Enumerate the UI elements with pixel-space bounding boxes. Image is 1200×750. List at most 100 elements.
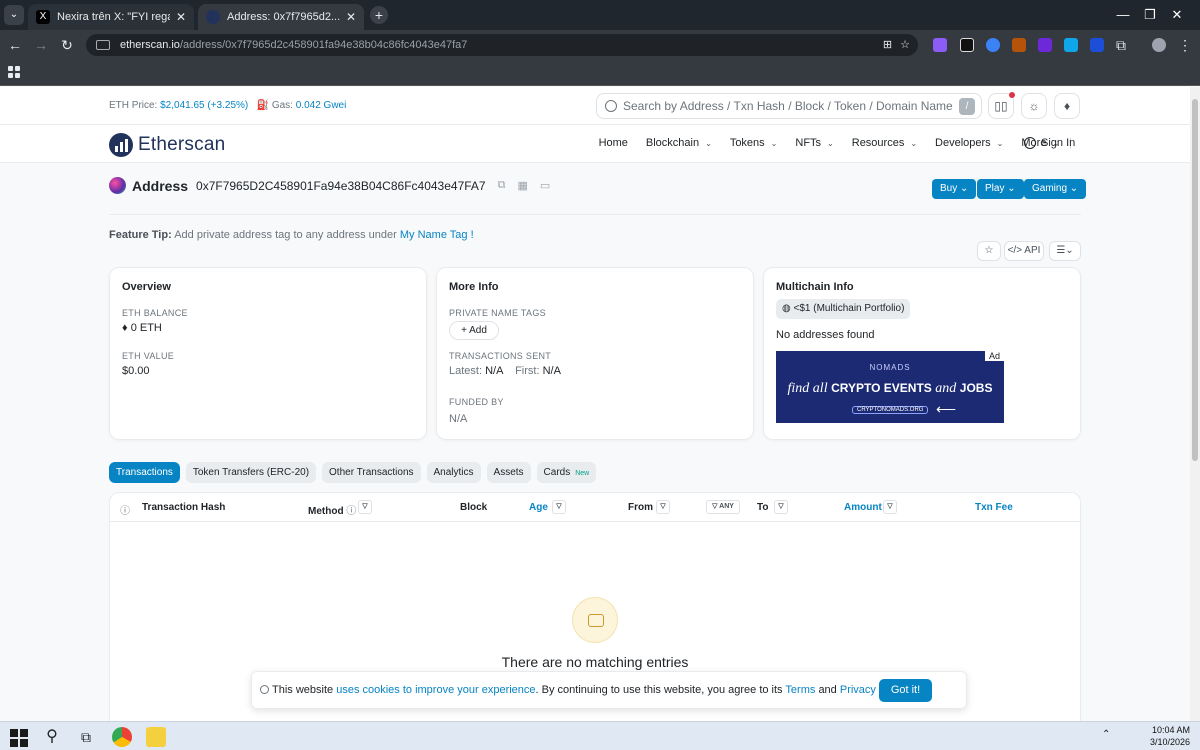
tab-transactions[interactable]: Transactions: [109, 462, 180, 483]
close-icon[interactable]: ✕: [176, 10, 186, 24]
sign-in-link[interactable]: Sign In: [1024, 137, 1075, 149]
api-button[interactable]: </> API: [1004, 241, 1044, 261]
qr-code-icon[interactable]: ▦: [517, 179, 527, 192]
extension-icon[interactable]: [1064, 38, 1078, 52]
first-label: First:: [515, 365, 540, 377]
scrollbar-thumb[interactable]: [1192, 99, 1198, 461]
file-explorer-icon[interactable]: [146, 727, 166, 747]
extension-icon[interactable]: [933, 38, 947, 52]
window-close-icon[interactable]: ✕: [1154, 0, 1200, 30]
bookmark-star-icon[interactable]: ☆: [900, 38, 910, 51]
apps-icon[interactable]: [8, 66, 20, 78]
nav-item-home[interactable]: Home: [599, 137, 628, 149]
nav-item-resources[interactable]: Resources ⌄: [852, 137, 917, 149]
filter-icon[interactable]: ▽: [552, 500, 566, 514]
tab-other-transactions[interactable]: Other Transactions: [322, 462, 421, 483]
browser-tab-etherscan[interactable]: Address: 0x7f7965d2...043e47fa ✕: [198, 4, 364, 30]
col-txn-fee[interactable]: Txn Fee: [975, 502, 1013, 513]
ad-text: CRYPTO EVENTS: [831, 381, 932, 395]
transactions-sent-values: Latest: N/A First: N/A: [449, 365, 561, 377]
profile-avatar[interactable]: [1152, 38, 1166, 52]
filter-icon[interactable]: ▽: [656, 500, 670, 514]
ad-badge: Ad: [984, 351, 1004, 361]
my-name-tag-link[interactable]: My Name Tag: [400, 229, 468, 241]
extension-icon[interactable]: [960, 38, 974, 52]
help-icon[interactable]: ⓘ: [120, 502, 130, 517]
got-it-button[interactable]: Got it!: [879, 679, 932, 702]
filter-icon[interactable]: ▽: [883, 500, 897, 514]
chrome-icon[interactable]: [112, 727, 132, 747]
back-icon[interactable]: ←: [6, 37, 24, 53]
nav-item-developers[interactable]: Developers ⌄: [935, 137, 1003, 149]
col-method: Method ⓘ: [308, 502, 356, 517]
portfolio-label: <$1 (Multichain Portfolio): [793, 303, 905, 314]
button-label: Buy: [940, 183, 958, 194]
filter-icon[interactable]: ▽: [358, 500, 372, 514]
filter-icon[interactable]: ▽: [774, 500, 788, 514]
search-placeholder: Search by Address / Txn Hash / Block / T…: [623, 99, 953, 113]
favorite-star-button[interactable]: ☆: [977, 241, 1001, 261]
tab-analytics[interactable]: Analytics: [426, 462, 481, 483]
ad-banner[interactable]: Ad NOMADS find all CRYPTO EVENTS and JOB…: [776, 351, 1004, 423]
multichain-portfolio-button[interactable]: ◍ <$1 (Multichain Portfolio): [776, 299, 911, 319]
gas-value[interactable]: 0.042 Gwei: [296, 100, 347, 111]
col-amount[interactable]: Amount: [844, 502, 882, 513]
system-clock[interactable]: 10:04 AM 3/10/2026: [1150, 724, 1190, 748]
comment-icon[interactable]: ▭: [540, 179, 550, 192]
eth-price-value[interactable]: $2,041.65 (+3.25%): [160, 100, 248, 111]
add-tag-button[interactable]: + Add: [449, 321, 499, 340]
ethereum-network-icon[interactable]: ♦: [1054, 93, 1080, 119]
terms-link[interactable]: Terms: [785, 684, 815, 696]
feature-tip: Feature Tip: Add private address tag to …: [109, 229, 474, 241]
copy-icon[interactable]: ⧉: [498, 179, 506, 192]
play-button[interactable]: Play ⌄: [977, 179, 1024, 199]
address-bar[interactable]: etherscan.io/address/0x7f7965d2c458901fa…: [86, 34, 918, 56]
nav-item-tokens[interactable]: Tokens ⌄: [730, 137, 778, 149]
forward-icon[interactable]: →: [32, 37, 50, 53]
new-badge: New: [575, 470, 590, 477]
tab-cards[interactable]: Cards New: [536, 462, 597, 483]
tab-assets[interactable]: Assets: [486, 462, 531, 483]
buy-button[interactable]: Buy ⌄: [932, 179, 977, 199]
extension-icon[interactable]: [1038, 38, 1052, 52]
direction-filter[interactable]: ▽ ANY: [706, 500, 740, 514]
no-addresses-text: No addresses found: [776, 329, 875, 341]
cookie-text: This website uses cookies to improve you…: [272, 684, 911, 696]
extension-icon[interactable]: [1012, 38, 1026, 52]
page-scrollbar[interactable]: [1190, 87, 1200, 721]
close-icon[interactable]: ✕: [346, 10, 356, 24]
search-icon[interactable]: ⚲: [42, 727, 62, 747]
top-info-bar: ETH Price: $2,041.65 (+3.25%) ⛽ Gas: 0.0…: [0, 87, 1190, 125]
extensions-puzzle-icon[interactable]: ⧉: [1112, 37, 1130, 53]
gas-icon: ⛽: [256, 100, 270, 111]
cookies-link[interactable]: uses cookies to improve your experience: [336, 684, 535, 696]
tab-token-transfers[interactable]: Token Transfers (ERC-20): [185, 462, 317, 483]
site-info-icon[interactable]: [96, 40, 110, 50]
gaming-button[interactable]: Gaming ⌄: [1024, 179, 1087, 199]
col-age[interactable]: Age: [529, 502, 548, 513]
tab-search-icon[interactable]: ⌄: [4, 5, 24, 25]
book-icon[interactable]: ▯▯: [988, 92, 1015, 119]
windows-start-icon[interactable]: [10, 729, 28, 747]
search-input[interactable]: Search by Address / Txn Hash / Block / T…: [596, 93, 982, 119]
new-tab-icon[interactable]: +: [370, 6, 388, 24]
extension-icon[interactable]: [1090, 38, 1104, 52]
divider: [109, 214, 1081, 215]
translate-icon[interactable]: ⊞: [883, 38, 892, 51]
browser-tab-x[interactable]: X Nexira trên X: "FYI regarding $N ✕: [28, 4, 194, 30]
cookie-text-part: . By continuing to use this website, you…: [535, 684, 783, 696]
tray-chevron-up-icon[interactable]: ⌃: [1102, 729, 1110, 740]
extension-icon[interactable]: [986, 38, 1000, 52]
nav-item-nfts[interactable]: NFTs ⌄: [795, 137, 833, 149]
list-options-button[interactable]: ☰⌄: [1049, 241, 1081, 261]
browser-menu-icon[interactable]: ⋮: [1176, 37, 1194, 53]
address-tools: ⧉ ▦ ▭: [498, 179, 551, 192]
reload-icon[interactable]: ↻: [58, 37, 76, 53]
etherscan-logo[interactable]: Etherscan: [109, 133, 225, 157]
nav-label: Home: [598, 137, 628, 149]
nav-item-blockchain[interactable]: Blockchain ⌄: [646, 137, 712, 149]
task-view-icon[interactable]: ⧉: [76, 727, 96, 747]
eth-price-label: ETH Price:: [109, 100, 158, 111]
help-icon[interactable]: ⓘ: [346, 506, 356, 517]
theme-sun-icon[interactable]: ☼: [1021, 93, 1047, 119]
